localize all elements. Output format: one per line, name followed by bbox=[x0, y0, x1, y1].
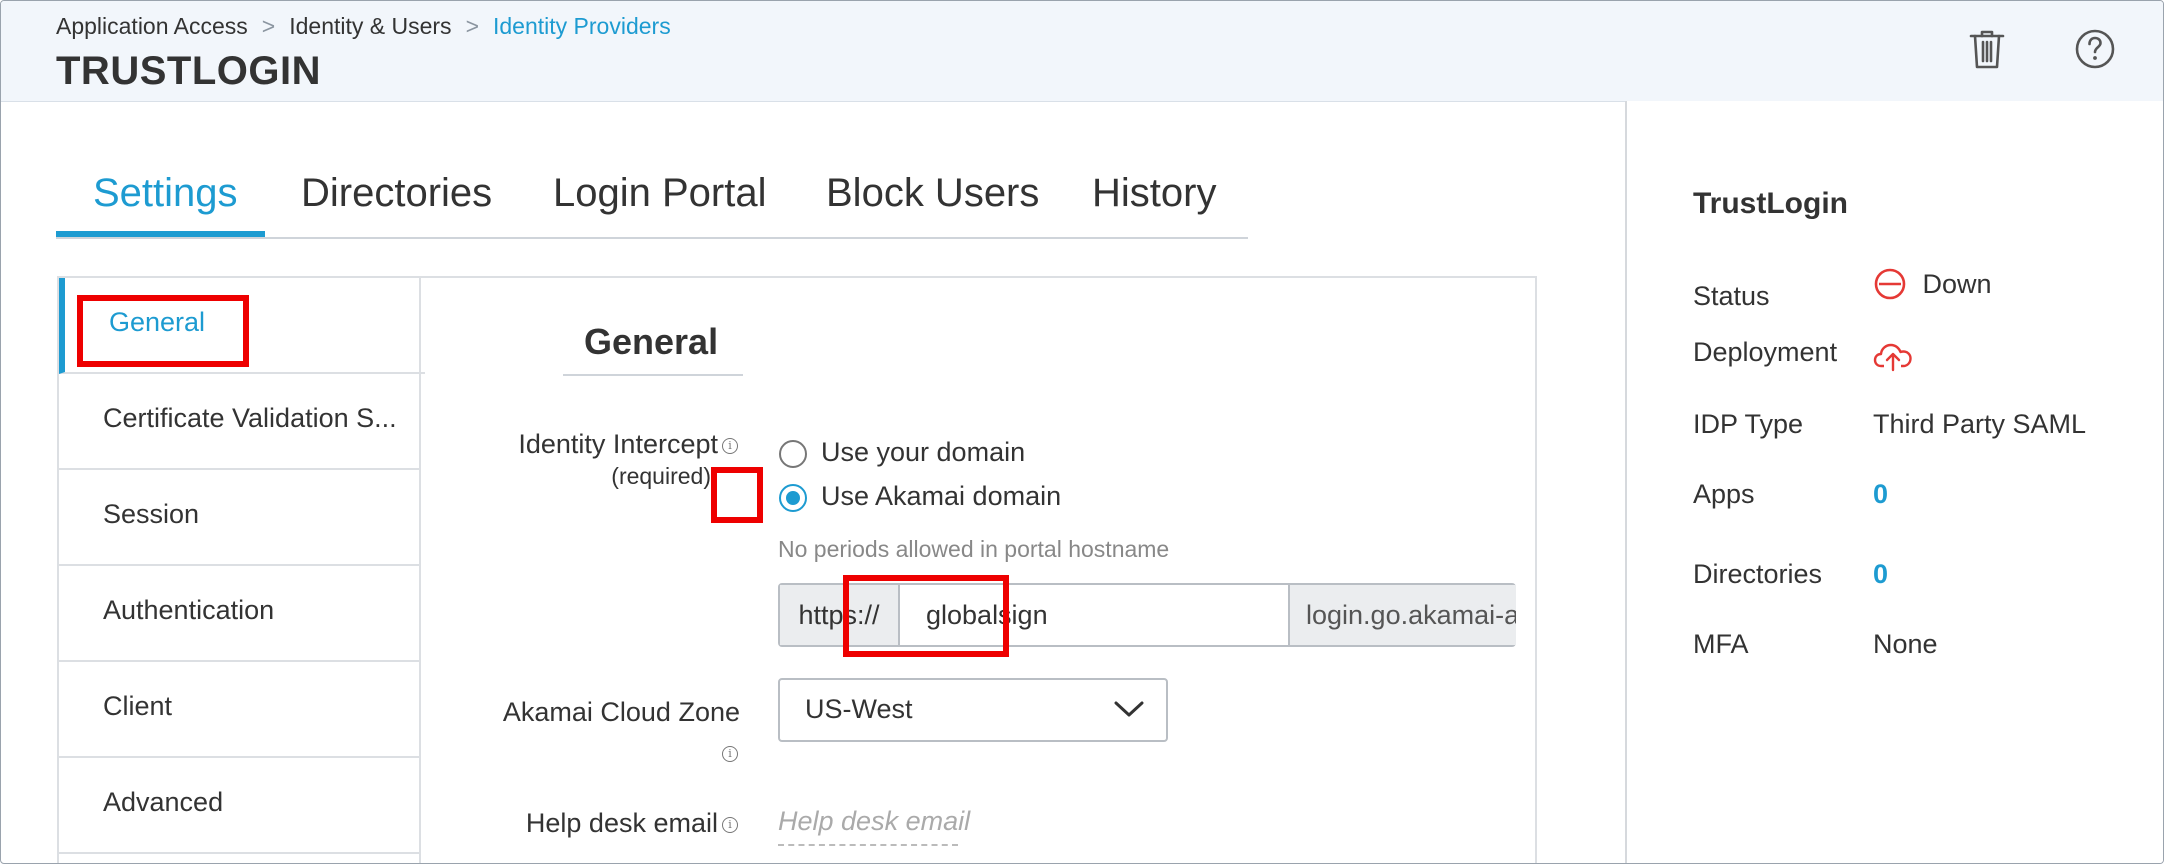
identity-intercept-label: Identity Intercept i bbox=[518, 429, 738, 460]
nav-item-client[interactable]: Client bbox=[59, 662, 419, 758]
nav-item-label: Advanced bbox=[103, 787, 224, 817]
tab-history[interactable]: History bbox=[1092, 171, 1216, 237]
portal-hostname-hint: No periods allowed in portal hostname bbox=[778, 536, 1170, 562]
directories-label: Directories bbox=[1693, 559, 1823, 589]
chevron-down-icon bbox=[1114, 701, 1144, 717]
status-label: Status bbox=[1693, 281, 1770, 311]
nav-item-general[interactable]: General bbox=[59, 278, 425, 374]
tab-settings[interactable]: Settings bbox=[93, 171, 238, 237]
page-title: TRUSTLOGIN bbox=[56, 49, 321, 93]
nav-item-label: Client bbox=[103, 691, 173, 721]
help-desk-email-input[interactable]: Help desk email bbox=[778, 806, 970, 846]
cloud-zone-select[interactable]: US-West bbox=[778, 678, 1168, 742]
help-desk-email-label-text: Help desk email bbox=[525, 808, 718, 838]
apps-count-link[interactable]: 0 bbox=[1873, 479, 1888, 510]
radio-label: Use your domain bbox=[821, 437, 1026, 467]
directories-count-link[interactable]: 0 bbox=[1873, 559, 1888, 590]
status-text: Down bbox=[1922, 268, 1992, 299]
idp-summary-panel: TrustLogin Status Down Deployment IDP Ty… bbox=[1625, 101, 2163, 863]
nav-item-session[interactable]: Session bbox=[59, 470, 419, 566]
breadcrumb-item-application-access[interactable]: Application Access bbox=[56, 13, 248, 39]
tab-bar: Settings Directories Login Portal Block … bbox=[56, 171, 1248, 239]
breadcrumb-separator: > bbox=[261, 13, 276, 39]
info-icon[interactable]: i bbox=[722, 746, 738, 762]
cloud-upload-icon bbox=[1873, 343, 1912, 372]
nav-item-advanced[interactable]: Advanced bbox=[59, 758, 419, 854]
breadcrumb-item-identity-users[interactable]: Identity & Users bbox=[289, 13, 451, 39]
info-icon[interactable]: i bbox=[722, 437, 738, 454]
settings-card: General Certificate Validation S... Sess… bbox=[57, 276, 1537, 863]
help-desk-email-label: Help desk email i bbox=[526, 808, 738, 839]
page-header: Application Access > Identity & Users > Iden… bbox=[1, 1, 2163, 102]
breadcrumb: Application Access > Identity & Users > Iden… bbox=[56, 13, 671, 40]
portal-hostname-field: https:// globalsign login.go.akamai-a... bbox=[778, 583, 1516, 647]
info-icon[interactable]: i bbox=[722, 816, 738, 833]
nav-item-label: Authentication bbox=[103, 595, 275, 625]
tab-block-users[interactable]: Block Users bbox=[826, 171, 1039, 237]
nav-item-label: General bbox=[109, 307, 206, 337]
identity-intercept-label-text: Identity Intercept bbox=[518, 429, 718, 459]
nav-item-certificate-validation[interactable]: Certificate Validation S... bbox=[59, 374, 419, 470]
section-title-underline bbox=[563, 374, 743, 376]
section-title: General bbox=[584, 321, 719, 362]
url-suffix-text: login.go.akamai-a... bbox=[1306, 600, 1516, 630]
radio-label: Use Akamai domain bbox=[821, 481, 1062, 511]
nav-item-label: Session bbox=[103, 499, 200, 529]
apps-label: Apps bbox=[1693, 479, 1755, 509]
nav-item-authentication[interactable]: Authentication bbox=[59, 566, 419, 662]
status-value: Down bbox=[1873, 267, 1992, 301]
trash-icon[interactable] bbox=[1963, 25, 2011, 73]
status-down-icon bbox=[1874, 268, 1906, 300]
url-prefix: https:// bbox=[780, 585, 900, 645]
tab-login-portal[interactable]: Login Portal bbox=[553, 171, 766, 237]
app-window: Application Access > Identity & Users > Iden… bbox=[0, 0, 2164, 864]
required-label: (required) bbox=[611, 463, 711, 489]
mfa-label: MFA bbox=[1693, 629, 1749, 659]
idp-type-value: Third Party SAML bbox=[1873, 409, 2087, 439]
help-circle-icon[interactable] bbox=[2071, 25, 2119, 73]
breadcrumb-item-identity-providers[interactable]: Identity Providers bbox=[493, 13, 671, 39]
radio-button[interactable] bbox=[779, 440, 807, 468]
radio-button-checked[interactable] bbox=[779, 484, 807, 512]
url-suffix: login.go.akamai-a... bbox=[1288, 585, 1516, 645]
general-settings-form: General Identity Intercept i (required) U… bbox=[421, 278, 1533, 863]
cloud-zone-label: Akamai Cloud Zone bbox=[502, 697, 740, 727]
breadcrumb-separator: > bbox=[465, 13, 479, 39]
tab-directories[interactable]: Directories bbox=[301, 171, 492, 237]
mfa-value: None bbox=[1873, 629, 1938, 659]
cloud-zone-value: US-West bbox=[805, 694, 913, 724]
portal-hostname-input[interactable]: globalsign bbox=[926, 585, 1048, 645]
nav-item-label: Certificate Validation S... bbox=[103, 403, 397, 433]
deployment-label: Deployment bbox=[1693, 337, 1838, 367]
idp-type-label: IDP Type bbox=[1693, 409, 1804, 439]
idp-summary-title: TrustLogin bbox=[1693, 187, 1848, 220]
settings-side-nav: General Certificate Validation S... Sess… bbox=[59, 278, 425, 863]
active-tab-indicator bbox=[56, 231, 265, 237]
